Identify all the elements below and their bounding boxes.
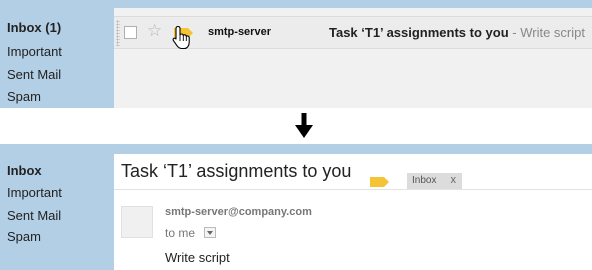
sidebar-item-important[interactable]: Important bbox=[7, 185, 62, 200]
label-tag-icon[interactable] bbox=[370, 177, 389, 187]
inbox-label-chip[interactable]: Inbox x bbox=[407, 173, 462, 189]
sidebar: Inbox (1) Important Sent Mail Spam bbox=[0, 0, 114, 108]
sidebar-item-inbox[interactable]: Inbox (1) bbox=[7, 20, 61, 35]
sender-address[interactable]: smtp-server@company.com bbox=[165, 206, 312, 218]
down-arrow-icon bbox=[295, 113, 313, 138]
sidebar-item-sent-mail[interactable]: Sent Mail bbox=[7, 208, 61, 223]
message-subject: Task ‘T1’ assignments to you bbox=[121, 161, 352, 181]
hand-pointer-icon bbox=[172, 25, 190, 50]
recipient-line: to me bbox=[165, 226, 196, 240]
message-view: Task ‘T1’ assignments to you Inbox x smt… bbox=[114, 154, 592, 270]
sidebar: Inbox Important Sent Mail Spam bbox=[0, 144, 114, 270]
sidebar-item-sent-mail[interactable]: Sent Mail bbox=[7, 67, 61, 82]
divider bbox=[114, 189, 592, 190]
inbox-list-panel: Inbox (1) Important Sent Mail Spam ☆ smt… bbox=[0, 0, 592, 108]
sidebar-item-inbox[interactable]: Inbox bbox=[7, 163, 42, 178]
email-snippet: - Write script bbox=[508, 25, 585, 40]
avatar bbox=[121, 206, 153, 238]
message-body: Write script bbox=[165, 250, 230, 265]
message-list: ☆ smtp-server Task ‘T1’ assignments to y… bbox=[114, 8, 592, 108]
remove-label-button[interactable]: x bbox=[451, 174, 457, 186]
email-subject: Task ‘T1’ assignments to you bbox=[329, 25, 509, 40]
sidebar-item-spam[interactable]: Spam bbox=[7, 229, 41, 244]
sidebar-item-spam[interactable]: Spam bbox=[7, 89, 41, 104]
email-sender: smtp-server bbox=[208, 26, 271, 38]
inbox-chip-label: Inbox bbox=[412, 175, 437, 186]
email-subject-line: Task ‘T1’ assignments to you - Write scr… bbox=[329, 25, 585, 40]
sidebar-item-important[interactable]: Important bbox=[7, 44, 62, 59]
chevron-down-icon[interactable] bbox=[204, 227, 216, 238]
drag-handle-icon[interactable] bbox=[116, 20, 120, 46]
opened-message-panel: Inbox Important Sent Mail Spam Task ‘T1’… bbox=[0, 144, 592, 270]
select-checkbox[interactable] bbox=[124, 26, 137, 39]
star-icon[interactable]: ☆ bbox=[147, 22, 162, 39]
